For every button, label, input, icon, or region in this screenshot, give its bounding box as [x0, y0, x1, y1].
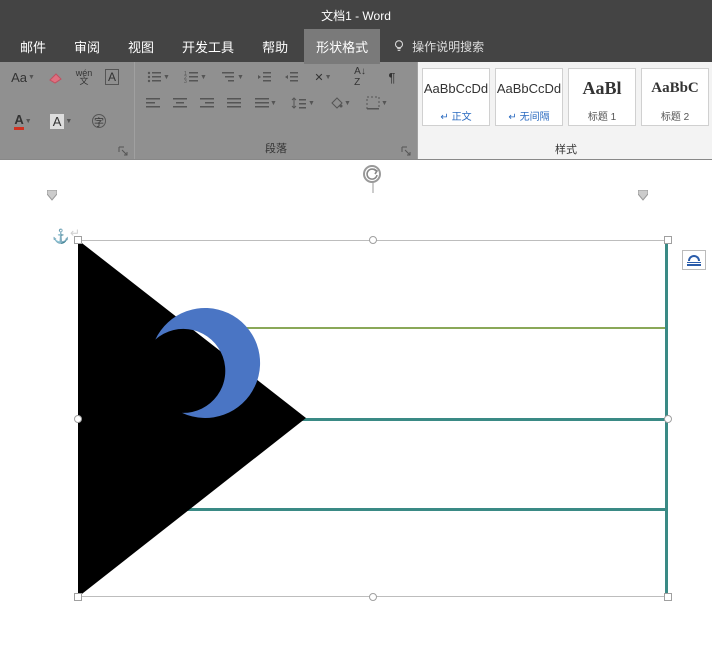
handle-mr[interactable]	[664, 415, 672, 423]
tab-mail[interactable]: 邮件	[8, 29, 58, 64]
shading-button[interactable]: ▼	[323, 92, 357, 114]
bullets-button[interactable]: ▼	[141, 66, 175, 88]
bucket-icon	[329, 96, 343, 110]
style-heading-2[interactable]: AaBbC 标题 2	[641, 68, 709, 126]
document-canvas[interactable]: ⚓ ↵	[0, 160, 712, 663]
phonetic-guide-button[interactable]: wén文	[72, 66, 96, 88]
flag-shape[interactable]	[78, 240, 668, 597]
font-group: Aa▼ wén文 A A▼ A▼ 字	[0, 62, 135, 159]
style-normal[interactable]: AaBbCcDd ↵ 正文	[422, 68, 490, 126]
tab-review[interactable]: 审阅	[62, 29, 112, 64]
style-no-spacing[interactable]: AaBbCcDd ↵ 无间隔	[495, 68, 563, 126]
align-left-icon	[146, 97, 160, 109]
font-dialog-launcher[interactable]	[118, 146, 128, 156]
distribute-button[interactable]: ▼	[249, 92, 283, 114]
line-spacing-button[interactable]: ▼	[286, 92, 320, 114]
enclose-char-button[interactable]: 字	[82, 110, 116, 132]
tab-view[interactable]: 视图	[116, 29, 166, 64]
align-center-icon	[173, 97, 187, 109]
borders-icon	[366, 96, 380, 110]
document-title: 文档1 - Word	[321, 7, 391, 24]
align-left-button[interactable]	[141, 92, 165, 114]
tab-shape-format[interactable]: 形状格式	[304, 29, 380, 64]
styles-group-label: 样式	[418, 139, 712, 159]
layout-options-button[interactable]	[682, 250, 706, 270]
handle-ml[interactable]	[74, 415, 82, 423]
handle-tr[interactable]	[664, 236, 672, 244]
line-spacing-icon	[291, 96, 307, 110]
tell-me-search[interactable]: 操作说明搜索	[392, 38, 484, 55]
indent-icon	[283, 70, 299, 84]
search-placeholder: 操作说明搜索	[412, 38, 484, 55]
font-color-button[interactable]: A▼	[6, 110, 40, 132]
handle-bm[interactable]	[369, 593, 377, 601]
decrease-indent-button[interactable]	[252, 66, 276, 88]
show-marks-button[interactable]: ¶	[380, 66, 404, 88]
layout-arc-icon	[688, 255, 700, 261]
ruler-left-indent[interactable]	[47, 190, 57, 202]
asian-layout-button[interactable]: ✕▼	[306, 66, 340, 88]
paragraph-dialog-launcher[interactable]	[401, 146, 411, 156]
align-right-button[interactable]	[195, 92, 219, 114]
change-case-button[interactable]: Aa▼	[6, 66, 40, 88]
borders-button[interactable]: ▼	[360, 92, 394, 114]
distribute-icon	[255, 97, 269, 109]
font-group-label	[6, 154, 128, 158]
paragraph-group: ▼ 123▼ ▼ ✕▼ A↓Z ¶ ▼ ▼ ▼ ▼ 段落	[135, 62, 418, 159]
menu-bar: 邮件 审阅 视图 开发工具 帮助 形状格式 操作说明搜索	[0, 30, 712, 62]
increase-indent-button[interactable]	[279, 66, 303, 88]
handle-tl[interactable]	[74, 236, 82, 244]
bullets-icon	[146, 70, 162, 84]
align-center-button[interactable]	[168, 92, 192, 114]
multilevel-icon	[220, 70, 236, 84]
ribbon: Aa▼ wén文 A A▼ A▼ 字 ▼ 123▼ ▼ ✕▼ A↓Z ¶	[0, 62, 712, 160]
char-shading-button[interactable]: A▼	[44, 110, 78, 132]
handle-br[interactable]	[664, 593, 672, 601]
numbering-icon: 123	[183, 70, 199, 84]
tab-devtools[interactable]: 开发工具	[170, 29, 246, 64]
svg-text:3: 3	[184, 79, 187, 84]
anchor-icon: ⚓	[52, 228, 69, 245]
style-heading-1[interactable]: AaBl 标题 1	[568, 68, 636, 126]
rotate-handle[interactable]	[363, 165, 381, 183]
handle-bl[interactable]	[74, 593, 82, 601]
justify-icon	[227, 97, 241, 109]
tab-help[interactable]: 帮助	[250, 29, 300, 64]
ruler-right-indent[interactable]	[638, 190, 648, 202]
title-bar: 文档1 - Word	[0, 0, 712, 30]
lightbulb-icon	[392, 39, 406, 53]
sort-button[interactable]: A↓Z	[343, 66, 377, 88]
align-right-icon	[200, 97, 214, 109]
handle-tm[interactable]	[369, 236, 377, 244]
clear-formatting-button[interactable]	[44, 66, 68, 88]
multilevel-list-button[interactable]: ▼	[215, 66, 249, 88]
character-border-button[interactable]: A	[100, 66, 124, 88]
justify-button[interactable]	[222, 92, 246, 114]
eraser-icon	[48, 70, 64, 84]
styles-group: AaBbCcDd ↵ 正文 AaBbCcDd ↵ 无间隔 AaBl 标题 1 A…	[418, 62, 712, 159]
rotate-icon	[365, 167, 379, 181]
numbering-button[interactable]: 123▼	[178, 66, 212, 88]
outdent-icon	[256, 70, 272, 84]
paragraph-group-label: 段落	[141, 138, 411, 158]
